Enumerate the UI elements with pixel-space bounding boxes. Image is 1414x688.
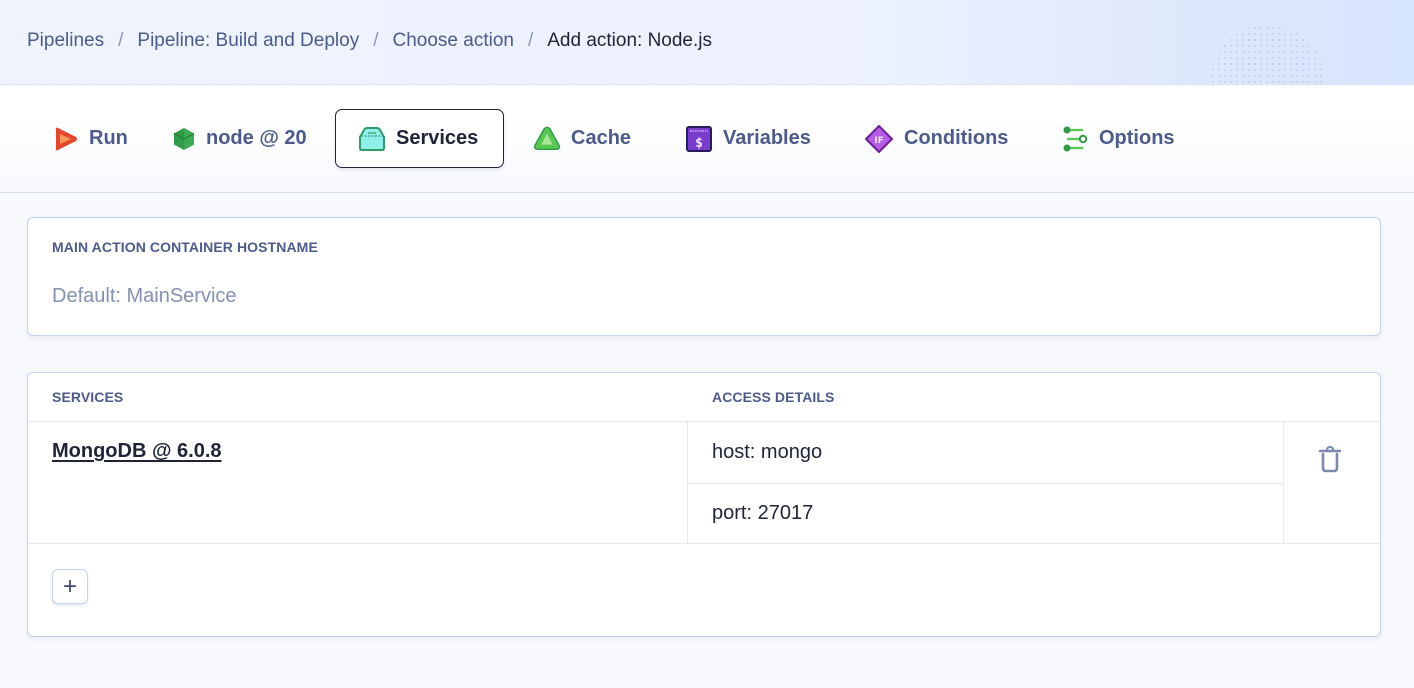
run-icon — [51, 125, 79, 153]
services-box-icon — [358, 125, 386, 153]
tab-variables[interactable]: $ Variables — [672, 109, 824, 168]
breadcrumb-current: Add action: Node.js — [547, 30, 712, 51]
trash-icon — [1318, 445, 1342, 478]
hostname-card: MAIN ACTION CONTAINER HOSTNAME — [27, 217, 1381, 336]
tab-label: Cache — [571, 127, 632, 149]
tab-node[interactable]: node @ 20 — [159, 109, 320, 168]
add-service-button[interactable]: + — [52, 569, 88, 604]
tab-label: node @ 20 — [206, 127, 307, 149]
tab-conditions[interactable]: IF Conditions — [851, 109, 1021, 168]
delete-service-button[interactable] — [1315, 444, 1345, 478]
column-header-access-details: ACCESS DETAILS — [712, 389, 835, 405]
breadcrumb: Pipelines / Pipeline: Build and Deploy /… — [27, 30, 712, 52]
action-tabs: Run node @ 20 Services Cache $ Variables… — [0, 86, 1414, 193]
svg-text:IF: IF — [874, 136, 884, 146]
service-row: MongoDB @ 6.0.8 host: mongo port: 27017 — [28, 422, 1380, 544]
services-table-header: SERVICES ACCESS DETAILS — [28, 373, 1380, 422]
options-sliders-icon — [1061, 125, 1089, 153]
tab-label: Run — [89, 127, 128, 149]
access-details: host: mongo port: 27017 — [687, 422, 1284, 543]
tab-cache[interactable]: Cache — [520, 109, 644, 168]
access-detail-host: host: mongo — [712, 441, 823, 463]
breadcrumb-pipeline[interactable]: Pipeline: Build and Deploy — [137, 30, 359, 52]
svg-text:$: $ — [695, 136, 703, 151]
tab-services[interactable]: Services — [335, 109, 504, 168]
breadcrumb-separator: / — [373, 30, 379, 51]
breadcrumb-choose-action[interactable]: Choose action — [392, 30, 513, 52]
node-hexagon-icon — [172, 125, 196, 153]
services-card: SERVICES ACCESS DETAILS MongoDB @ 6.0.8 … — [27, 372, 1381, 637]
cache-triangle-icon — [533, 125, 561, 153]
column-header-services: SERVICES — [52, 389, 124, 405]
hostname-input[interactable] — [52, 280, 1352, 312]
breadcrumb-pipelines[interactable]: Pipelines — [27, 30, 104, 52]
breadcrumb-separator: / — [118, 30, 124, 51]
variables-dollar-icon: $ — [685, 125, 713, 153]
tab-run[interactable]: Run — [38, 109, 141, 168]
conditions-if-icon: IF — [864, 124, 894, 153]
service-name-link[interactable]: MongoDB @ 6.0.8 — [52, 440, 222, 463]
plus-icon: + — [62, 572, 77, 600]
breadcrumb-separator: / — [527, 30, 534, 51]
tab-label: Options — [1099, 127, 1175, 149]
page-header: Pipelines / Pipeline: Build and Deploy /… — [0, 0, 1414, 85]
tab-label: Conditions — [904, 127, 1009, 149]
hostname-label: MAIN ACTION CONTAINER HOSTNAME — [52, 239, 318, 255]
tab-label: Variables — [723, 127, 811, 149]
tab-options[interactable]: Options — [1048, 109, 1188, 168]
tab-label: Services — [396, 127, 479, 149]
header-dot-pattern — [1210, 25, 1325, 85]
access-detail-port: port: 27017 — [688, 483, 1283, 543]
